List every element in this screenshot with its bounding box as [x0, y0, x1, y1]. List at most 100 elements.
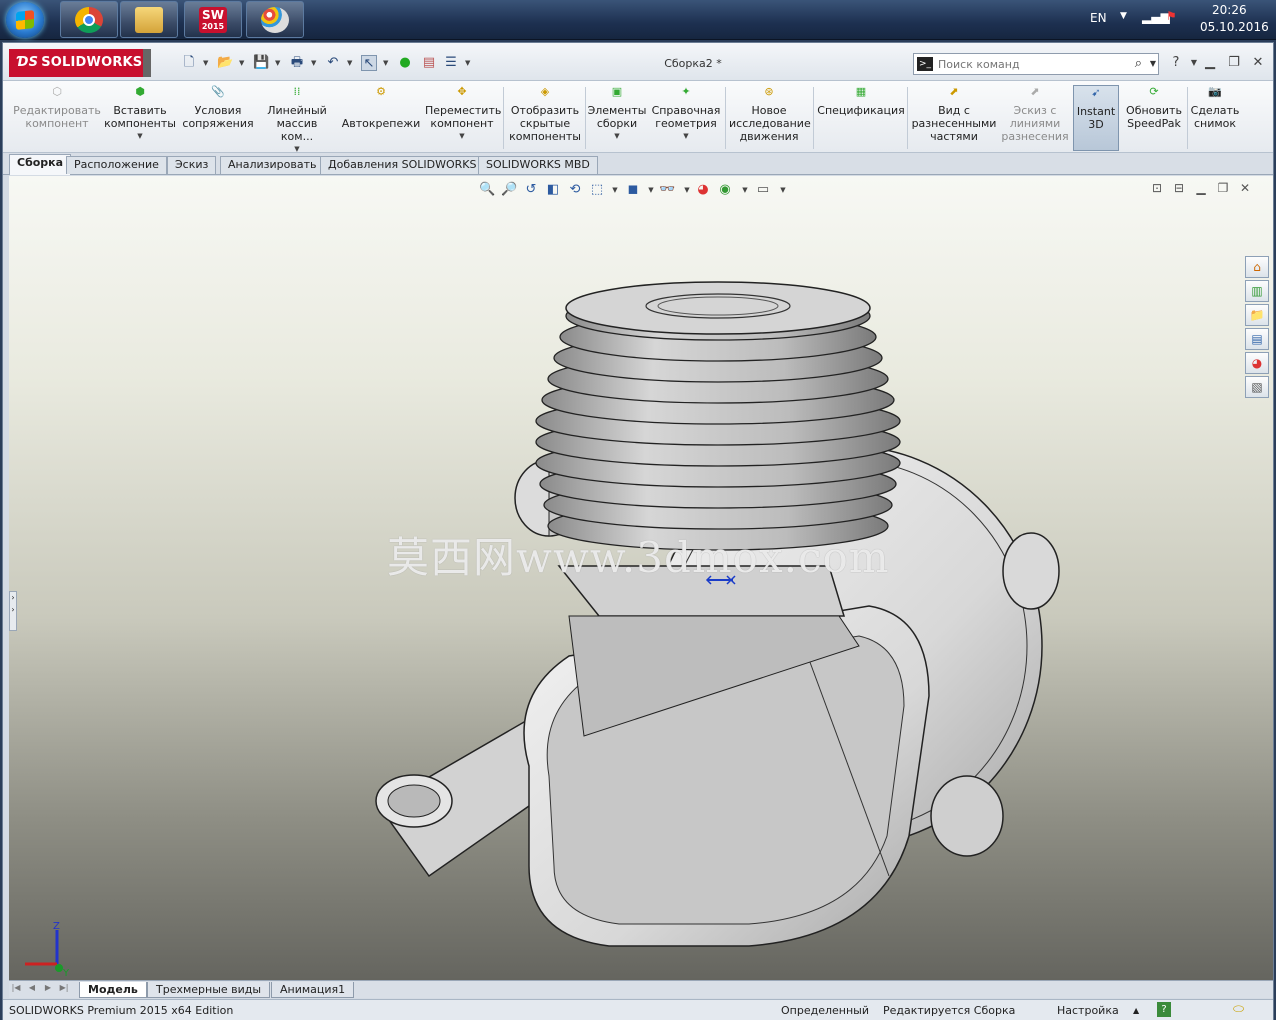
hide-show-items-icon[interactable]: 👓	[659, 182, 675, 198]
zoom-to-fit-icon[interactable]: 🔍	[479, 182, 495, 198]
tab-addins[interactable]: Добавления SOLIDWORKS	[320, 156, 485, 174]
edit-appearance-icon[interactable]: ◕	[695, 182, 711, 198]
network-warning-icon[interactable]: ⚑	[1166, 9, 1177, 23]
ribbon-instant-3d[interactable]: ➹ Instant 3D	[1073, 85, 1119, 151]
tray-expand-icon[interactable]: ▼	[1120, 11, 1127, 21]
restore-icon[interactable]: ❐	[1225, 55, 1243, 71]
view-settings-dropdown-icon[interactable]: ▼	[775, 182, 791, 198]
open-icon[interactable]: 📂	[217, 55, 233, 71]
appearances-icon[interactable]: ◕	[1245, 352, 1269, 374]
units-dropdown-icon[interactable]: ▲	[1133, 1006, 1139, 1015]
design-library-icon[interactable]: ▥	[1245, 280, 1269, 302]
ribbon-assembly-features[interactable]: ▣ Элементы сборки ▼	[587, 85, 647, 151]
ribbon-update-speedpak[interactable]: ⟳ Обновить SpeedPak	[1123, 85, 1185, 151]
viewport-tile-icon[interactable]: ⊡	[1149, 180, 1165, 196]
viewport-close-icon[interactable]: ✕	[1237, 180, 1253, 196]
ribbon-show-hidden-components[interactable]: ◈ Отобразить скрытые компоненты	[507, 85, 583, 151]
solidworks-resources-icon[interactable]: ⌂	[1245, 256, 1269, 278]
save-dropdown-icon[interactable]: ▼	[275, 59, 282, 67]
rebuild-icon[interactable]: ●	[397, 55, 413, 71]
ribbon-reference-geometry[interactable]: ✦ Справочная геометрия ▼	[651, 85, 721, 151]
dropdown-arrow-icon[interactable]: ▼	[103, 130, 177, 143]
help-status-icon[interactable]: ?	[1157, 1002, 1171, 1017]
solidworks-logo[interactable]: ƊS SOLIDWORKS	[9, 49, 151, 77]
clock-date[interactable]: 05.10.2016	[1200, 20, 1269, 34]
minimize-icon[interactable]: ▁	[1201, 55, 1219, 71]
print-dropdown-icon[interactable]: ▼	[311, 59, 318, 67]
command-search[interactable]: >_ ⌕ ▼	[913, 53, 1159, 75]
new-document-icon[interactable]: 🗋	[181, 55, 197, 71]
last-tab-icon[interactable]: ▶|	[59, 983, 69, 995]
options-icon[interactable]: ☰	[443, 55, 459, 71]
clock-time[interactable]: 20:26	[1212, 3, 1247, 17]
previous-view-icon[interactable]: ↺	[523, 182, 539, 198]
file-properties-icon[interactable]: ▤	[421, 55, 437, 71]
tab-animation1[interactable]: Анимация1	[271, 982, 355, 998]
tab-sketch[interactable]: Эскиз	[167, 156, 217, 174]
print-icon[interactable]: 🖶	[289, 55, 305, 71]
tab-evaluate[interactable]: Анализировать	[220, 156, 325, 174]
rebuild-status-icon[interactable]: ⬭	[1233, 1002, 1244, 1017]
view-orientation-dropdown-icon[interactable]: ▼	[607, 182, 623, 198]
apply-scene-icon[interactable]: ◉	[717, 182, 733, 198]
ribbon-new-motion-study[interactable]: ⊛ Новое исследование движения	[729, 85, 811, 151]
select-dropdown-icon[interactable]: ▼	[383, 59, 390, 67]
options-dropdown-icon[interactable]: ▼	[465, 59, 472, 67]
display-style-dropdown-icon[interactable]: ▼	[643, 182, 659, 198]
select-icon[interactable]: ↖	[361, 55, 377, 71]
display-style-icon[interactable]: ◼	[625, 182, 641, 198]
ribbon-mates[interactable]: 📎 Условия сопряжения	[181, 85, 255, 151]
ribbon-edit-component[interactable]: ⬡ Редактировать компонент	[9, 85, 105, 151]
save-icon[interactable]: 💾	[253, 55, 269, 71]
taskbar-paint[interactable]	[246, 1, 304, 38]
taskbar-chrome[interactable]	[60, 1, 118, 38]
section-view-icon[interactable]: ◧	[545, 182, 561, 198]
close-icon[interactable]: ✕	[1249, 55, 1267, 71]
tab-mbd[interactable]: SOLIDWORKS MBD	[478, 156, 598, 174]
new-dropdown-icon[interactable]: ▼	[203, 59, 210, 67]
viewport-restore-icon[interactable]: ❐	[1215, 180, 1231, 196]
hide-show-dropdown-icon[interactable]: ▼	[679, 182, 695, 198]
ribbon-take-snapshot[interactable]: 📷 Сделать снимок	[1189, 85, 1241, 151]
dropdown-arrow-icon[interactable]: ▼	[651, 130, 721, 143]
ribbon-insert-components[interactable]: ⬢ Вставить компоненты ▼	[103, 85, 177, 151]
custom-properties-icon[interactable]: ▧	[1245, 376, 1269, 398]
zoom-to-area-icon[interactable]: 🔎	[501, 182, 517, 198]
ribbon-linear-pattern[interactable]: ⁞⁞ Линейный массив ком... ▼	[259, 85, 335, 153]
taskbar-solidworks[interactable]: SW 2015	[184, 1, 242, 38]
view-palette-icon[interactable]: ▤	[1245, 328, 1269, 350]
search-dropdown-icon[interactable]: ▼	[1150, 59, 1156, 68]
ribbon-exploded-view[interactable]: ⬈ Вид с разнесенными частями	[911, 85, 997, 151]
scene-dropdown-icon[interactable]: ▼	[737, 182, 753, 198]
dropdown-arrow-icon[interactable]: ▼	[425, 130, 499, 143]
feature-manager-toggle[interactable]: › ›	[9, 591, 17, 631]
viewport-minimize-icon[interactable]: ▁	[1193, 180, 1209, 196]
file-explorer-icon[interactable]: 📁	[1245, 304, 1269, 326]
first-tab-icon[interactable]: |◀	[11, 983, 21, 995]
open-dropdown-icon[interactable]: ▼	[239, 59, 246, 67]
tab-3d-views[interactable]: Трехмерные виды	[147, 982, 271, 998]
tab-model[interactable]: Модель	[79, 982, 147, 998]
taskbar-explorer[interactable]	[120, 1, 178, 38]
tab-layout[interactable]: Расположение	[66, 156, 167, 174]
graphics-area[interactable]: 莫西网www.3dmox.com 🔍 🔎 ↺ ◧ ⟲ ⬚ ▼ ◼ ▼ 👓 ▼ ◕…	[9, 176, 1273, 980]
undo-icon[interactable]: ↶	[325, 55, 341, 71]
tab-assembly[interactable]: Сборка	[9, 154, 72, 175]
help-icon[interactable]: ?	[1167, 55, 1185, 71]
dynamic-annotation-icon[interactable]: ⟲	[567, 182, 583, 198]
units-setting[interactable]: Настройка	[1057, 1004, 1119, 1017]
ribbon-explode-line-sketch[interactable]: ⬈ Эскиз с линиями разнесения	[1001, 85, 1069, 151]
prev-tab-icon[interactable]: ◀	[27, 983, 37, 995]
dropdown-arrow-icon[interactable]: ▼	[587, 130, 647, 143]
search-input[interactable]	[938, 56, 1128, 72]
undo-dropdown-icon[interactable]: ▼	[347, 59, 354, 67]
search-icon[interactable]: ⌕	[1135, 56, 1142, 71]
viewport-split-icon[interactable]: ⊟	[1171, 180, 1187, 196]
next-tab-icon[interactable]: ▶	[43, 983, 53, 995]
ribbon-move-component[interactable]: ✥ Переместить компонент ▼	[425, 85, 501, 151]
ribbon-bill-of-materials[interactable]: ▦ Спецификация	[817, 85, 905, 151]
view-settings-icon[interactable]: ▭	[755, 182, 771, 198]
start-button[interactable]	[6, 2, 44, 38]
view-orientation-icon[interactable]: ⬚	[589, 182, 605, 198]
ribbon-smart-fasteners[interactable]: ⚙ Автокрепежи	[341, 85, 421, 151]
